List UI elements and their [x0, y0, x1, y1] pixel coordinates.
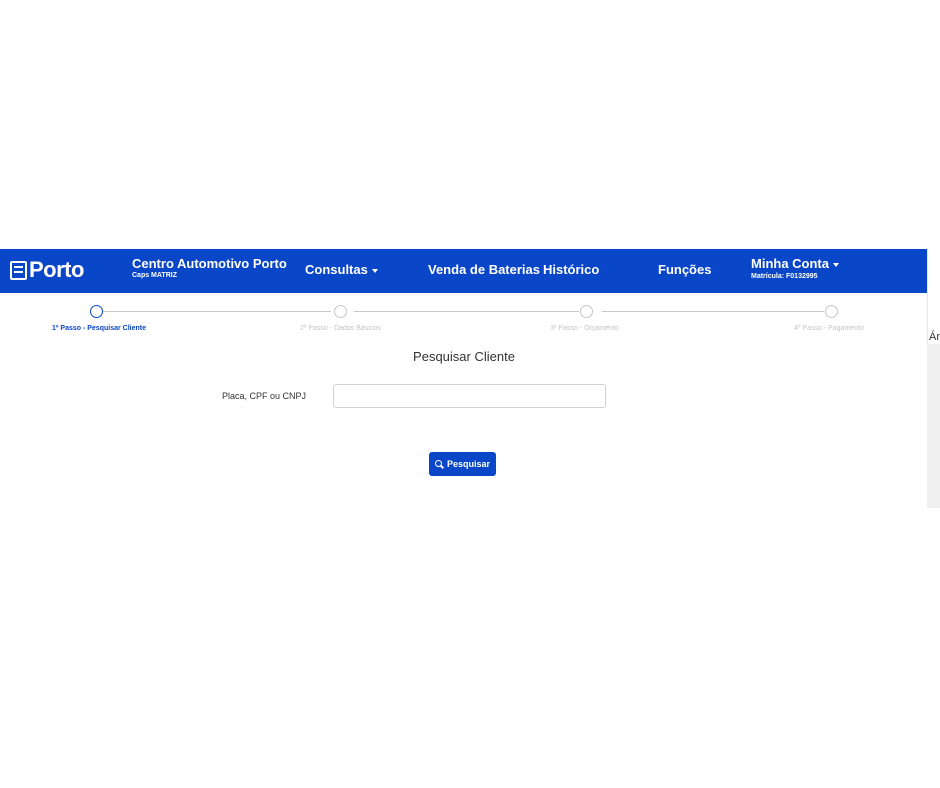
page-title: Pesquisar Cliente: [413, 349, 515, 364]
caret-down-icon: [833, 262, 839, 267]
step-1-indicator: [90, 305, 103, 318]
nav-item-label: Venda de Baterias: [428, 262, 540, 277]
step-3-label: 3º Passo - Orçamento: [550, 325, 619, 332]
search-icon: [434, 459, 444, 469]
step-connector: [103, 311, 331, 312]
nav-item-label: Histórico: [543, 262, 600, 277]
nav-item-funcoes[interactable]: Funções: [658, 262, 711, 278]
account-menu[interactable]: Minha Conta Matrícula: F0132995: [751, 256, 839, 283]
account-title: Minha Conta: [751, 256, 839, 271]
porto-logo-icon: [10, 260, 27, 280]
account-registration: Matrícula: F0132995: [751, 273, 818, 280]
brand-block: Centro Automotivo Porto Caps MATRIZ: [132, 257, 287, 280]
brand-subtitle: Caps MATRIZ: [132, 272, 177, 279]
search-button-label: Pesquisar: [446, 459, 491, 469]
nav-item-consultas[interactable]: Consultas: [305, 262, 378, 278]
nav-item-venda-de-baterias[interactable]: Venda de Baterias: [428, 262, 540, 278]
account-label: Minha Conta: [751, 256, 829, 271]
porto-logo[interactable]: Porto: [10, 258, 84, 282]
side-panel-header: [927, 249, 940, 344]
brand-title: Centro Automotivo Porto: [132, 256, 287, 271]
nav-item-historico[interactable]: Histórico: [543, 262, 599, 278]
step-connector: [354, 311, 579, 312]
nav-item-label: Consultas: [305, 262, 368, 277]
step-3-indicator: [580, 305, 593, 318]
top-navbar: Porto Centro Automotivo Porto Caps MATRI…: [0, 249, 928, 293]
step-2-label: 2º Passo - Dados Básicos: [300, 325, 381, 332]
step-connector: [602, 311, 824, 312]
search-field-label: Placa, CPF ou CNPJ: [222, 391, 307, 401]
nav-item-label: Funções: [658, 262, 712, 277]
step-1-label: 1º Passo - Pesquisar Cliente: [52, 325, 146, 332]
caret-down-icon: [371, 268, 378, 273]
step-4-label: 4º Passo - Pagamento: [794, 325, 864, 332]
search-input[interactable]: [333, 384, 606, 408]
search-button[interactable]: Pesquisar: [429, 452, 496, 476]
step-2-indicator: [334, 305, 347, 318]
logo-text: Porto: [29, 257, 84, 282]
step-4-indicator: [825, 305, 838, 318]
side-panel-text: Ár: [929, 331, 940, 343]
